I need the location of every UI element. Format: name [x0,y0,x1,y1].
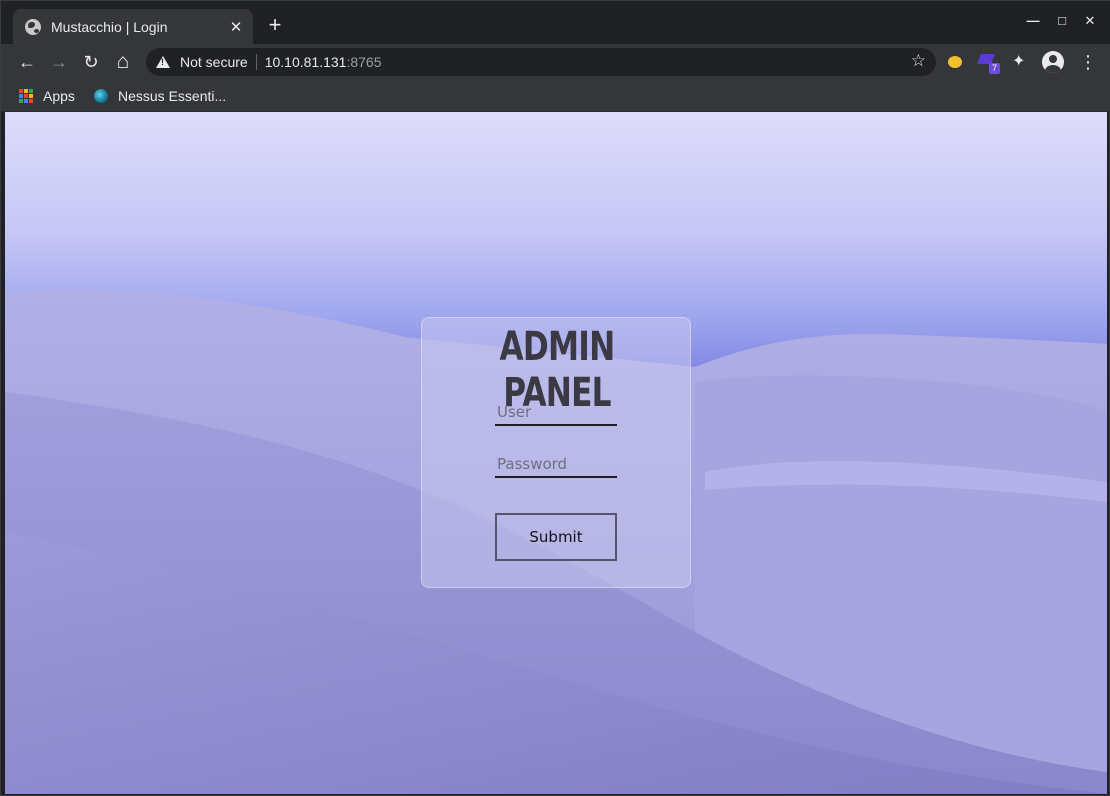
new-tab-button[interactable]: + [265,14,285,36]
omnibox-separator [255,54,257,70]
bookmark-nessus[interactable]: Nessus Essenti... [94,85,226,107]
home-button[interactable]: ⌂ [111,50,135,74]
browser-toolbar: ← → ↻ ⌂ Not secure 10.10.81.131:8765 ☆ 7… [1,44,1110,80]
forward-button[interactable]: → [47,50,71,74]
browser-window: Mustacchio | Login ✕ + — □ ✕ ← → ↻ ⌂ Not… [0,0,1110,796]
tab-title: Mustacchio | Login [51,18,168,35]
submit-button[interactable]: Submit [495,513,617,561]
extensions-puzzle-icon[interactable]: ✦ [1012,51,1025,71]
profile-avatar-icon[interactable] [1042,51,1064,73]
login-panel: Admin Panel Submit [421,317,691,588]
extension-purple-icon[interactable]: 7 [977,52,1001,74]
minimize-button[interactable]: — [1025,13,1041,28]
warning-icon[interactable] [156,56,170,68]
not-secure-label[interactable]: Not secure [180,54,248,70]
bookmark-star-icon[interactable]: ☆ [911,51,926,71]
bookmark-apps-label: Apps [43,88,75,104]
apps-grid-icon [19,89,33,103]
bookmark-nessus-label: Nessus Essenti... [118,88,227,104]
maximize-button[interactable]: □ [1054,13,1070,28]
tab-close-icon[interactable]: ✕ [225,18,247,36]
bookmark-apps[interactable]: Apps [19,85,75,107]
page-viewport: Admin Panel Submit [5,112,1107,794]
globe-icon [25,18,41,35]
close-window-button[interactable]: ✕ [1082,13,1098,29]
back-button[interactable]: ← [15,50,39,74]
url-host: 10.10.81.131 [264,54,347,70]
bookmarks-bar: Apps Nessus Essenti... [1,80,1110,112]
extension-badge: 7 [989,63,1001,74]
tab-mustacchio-login[interactable]: Mustacchio | Login ✕ [13,9,253,44]
username-input[interactable] [495,400,617,426]
reload-button[interactable]: ↻ [79,50,103,74]
menu-kebab-icon[interactable]: ⋮ [1079,50,1097,74]
tab-strip: Mustacchio | Login ✕ + — □ ✕ [1,1,1110,44]
extension-yellow-icon[interactable] [946,52,966,72]
url-port: :8765 [346,54,382,70]
nessus-icon [94,89,108,103]
password-input[interactable] [495,452,617,478]
address-bar[interactable]: Not secure 10.10.81.131:8765 ☆ [146,48,936,76]
